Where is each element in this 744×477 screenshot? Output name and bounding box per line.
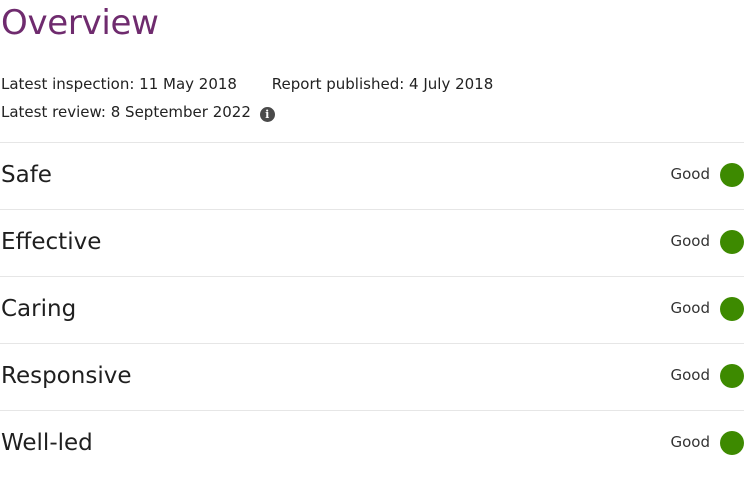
ratings-list: Safe Good Effective Good Caring Good Res… [0,142,744,477]
rating-row-caring: Caring Good [0,276,744,343]
rating-value: Good [670,433,711,451]
rating-label: Caring [1,296,77,322]
rating-value: Good [670,165,711,183]
rating-status-dot [720,364,744,388]
rating-label: Responsive [1,363,132,389]
rating-status-dot [720,431,744,455]
latest-review-text: Latest review: 8 September 2022 [1,103,251,121]
rating-label: Effective [1,229,102,255]
rating-status-dot [720,230,744,254]
rating-value: Good [670,366,711,384]
rating-row-safe: Safe Good [0,142,744,209]
info-icon[interactable]: i [259,107,275,122]
page-title: Overview [1,3,159,43]
inspection-dates: Latest inspection: 11 May 2018 Report pu… [1,74,493,94]
rating-row-well-led: Well-led Good [0,410,744,477]
rating-value: Good [670,232,711,250]
rating-status-dot [720,163,744,187]
report-published-text: Report published: 4 July 2018 [271,75,494,93]
review-date: Latest review: 8 September 2022 i [1,102,275,122]
latest-inspection-text: Latest inspection: 11 May 2018 [1,75,237,93]
rating-value: Good [670,299,711,317]
rating-label: Well-led [1,430,93,456]
rating-label: Safe [1,162,52,188]
rating-row-responsive: Responsive Good [0,343,744,410]
rating-row-effective: Effective Good [0,209,744,276]
rating-status-dot [720,297,744,321]
